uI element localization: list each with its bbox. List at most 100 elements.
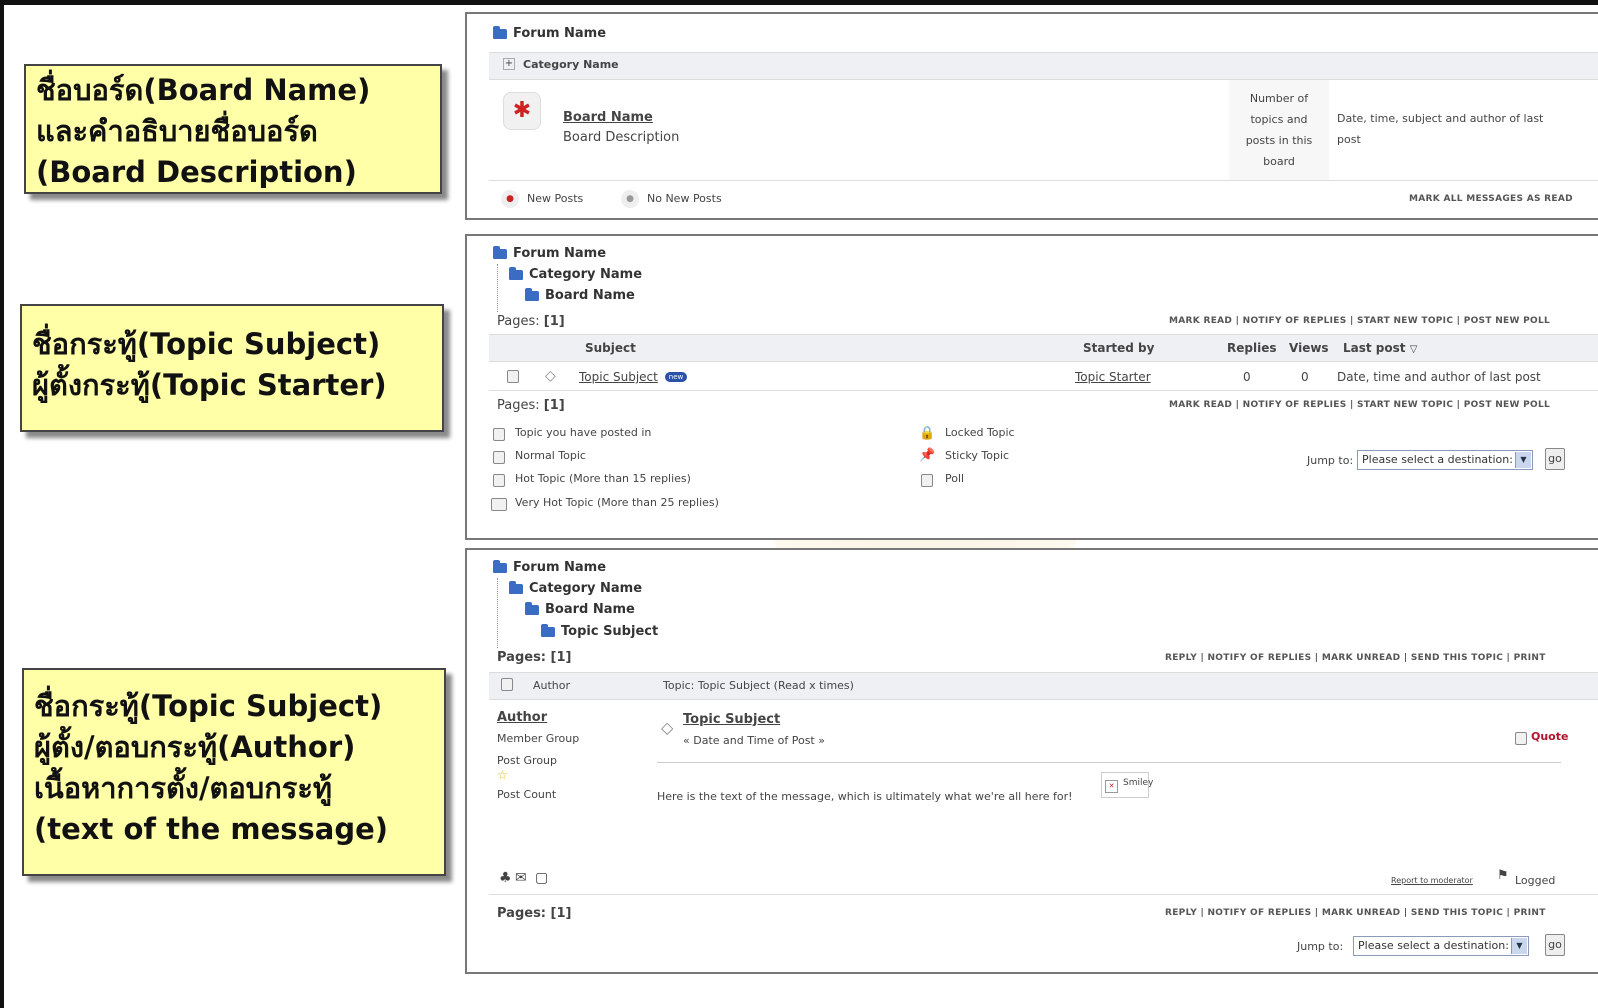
post-group: Post Group bbox=[497, 754, 558, 767]
smiley-label: Smiley bbox=[1123, 778, 1154, 788]
no-new-posts-icon: ● bbox=[621, 190, 639, 208]
quote-button[interactable]: Quote bbox=[1531, 730, 1568, 743]
report-to-moderator-link[interactable]: Report to moderator bbox=[1391, 876, 1473, 885]
stats-line-4: board bbox=[1263, 155, 1295, 168]
email-icon[interactable]: ✉ bbox=[515, 870, 527, 886]
breadcrumb-forum[interactable]: Forum Name bbox=[493, 559, 606, 575]
callout-message-line-1: ชื่อกระทู้(Topic Subject) bbox=[34, 689, 383, 723]
pages-bottom: Pages: [1] bbox=[497, 906, 572, 921]
callout-topic-line-1: ชื่อกระทู้(Topic Subject) bbox=[32, 327, 381, 361]
legend-locked: Locked Topic bbox=[945, 426, 1015, 439]
new-posts-icon: ● bbox=[501, 190, 519, 208]
pages-top: Pages: [1] bbox=[497, 650, 572, 665]
stats-line-3: posts in this bbox=[1245, 134, 1313, 147]
pages-bottom: Pages: [1] bbox=[497, 398, 565, 413]
very-hot-topic-icon bbox=[491, 498, 507, 511]
col-last-post[interactable]: Last post ▽ bbox=[1343, 341, 1417, 355]
callout-topic-line-2: ผู้ตั้งกระทู้(Topic Starter) bbox=[32, 368, 387, 402]
breadcrumb-board[interactable]: Board Name bbox=[525, 601, 635, 617]
post-bottom-divider bbox=[489, 894, 1598, 895]
board-name-link[interactable]: Board Name bbox=[563, 110, 653, 125]
go-button[interactable]: go bbox=[1545, 448, 1565, 470]
topic-view-panel: Forum Name Category Name Board Name Topi… bbox=[465, 548, 1598, 974]
message-text: Here is the text of the message, which i… bbox=[657, 790, 1073, 803]
callout-board-line-3: (Board Description) bbox=[36, 155, 357, 189]
smiley-icon: ✕ bbox=[1105, 780, 1118, 793]
breadcrumb-topic[interactable]: Topic Subject bbox=[541, 623, 658, 639]
chevron-down-icon: ▼ bbox=[1515, 452, 1531, 468]
topic-actions-top[interactable]: MARK READ | NOTIFY OF REPLIES | START NE… bbox=[1169, 316, 1550, 326]
pin-icon: 📌 bbox=[919, 448, 936, 463]
callout-message-line-3: เนื้อหาการตั้ง/ตอบกระทู้ bbox=[34, 771, 333, 805]
profile-icon[interactable]: ♣ bbox=[499, 870, 512, 886]
callout-topic: ชื่อกระทู้(Topic Subject) ผู้ตั้งกระทู้(… bbox=[20, 304, 444, 432]
breadcrumb-category[interactable]: Category Name bbox=[509, 266, 642, 282]
callout-message: ชื่อกระทู้(Topic Subject) ผู้ตั้ง/ตอบกระ… bbox=[22, 668, 446, 876]
author-link[interactable]: Author bbox=[497, 710, 547, 725]
legend-posted: Topic you have posted in bbox=[515, 426, 652, 439]
folder-icon bbox=[509, 580, 523, 594]
board-row: ✱ Board Name Board Description Number of… bbox=[489, 80, 1598, 181]
quote-icon bbox=[1515, 732, 1527, 745]
callout-message-line-4: (text of the message) bbox=[34, 812, 389, 846]
poll-icon bbox=[921, 474, 933, 487]
folder-icon bbox=[509, 266, 523, 280]
stats-line-2: topics and bbox=[1250, 113, 1308, 126]
left-border bbox=[0, 0, 4, 1008]
folder-icon bbox=[541, 623, 555, 637]
board-last-post: Date, time, subject and author of last p… bbox=[1337, 108, 1543, 150]
ip-logged-icon: ⚑ bbox=[1497, 868, 1509, 883]
pages-top: Pages: [1] bbox=[497, 314, 565, 329]
star-icon: ☆ bbox=[497, 768, 508, 782]
breadcrumb-category[interactable]: Category Name bbox=[509, 580, 642, 596]
topic-icon bbox=[501, 678, 513, 691]
last-post-line-1: Date, time, subject and author of last bbox=[1337, 112, 1544, 125]
category-bar bbox=[489, 52, 1598, 80]
stats-line-1: Number of bbox=[1249, 92, 1309, 105]
chevron-down-icon: ▼ bbox=[1511, 938, 1527, 954]
post-actions-top[interactable]: REPLY | NOTIFY OF REPLIES | MARK UNREAD … bbox=[1165, 653, 1546, 663]
breadcrumb-forum[interactable]: Forum Name bbox=[493, 25, 606, 41]
legend-poll: Poll bbox=[945, 472, 965, 485]
col-started-by[interactable]: Started by bbox=[1083, 341, 1154, 355]
topic-actions-bottom[interactable]: MARK READ | NOTIFY OF REPLIES | START NE… bbox=[1169, 400, 1550, 410]
new-badge: new bbox=[665, 372, 687, 382]
lock-icon: 🔒 bbox=[919, 426, 936, 441]
category-name[interactable]: Category Name bbox=[523, 58, 619, 71]
legend-normal: Normal Topic bbox=[515, 449, 586, 462]
jump-to-select[interactable]: Please select a destination: ▼ bbox=[1357, 450, 1533, 470]
pm-icon[interactable]: ▢ bbox=[535, 870, 548, 886]
normal-topic-icon bbox=[493, 451, 505, 464]
jump-to-select[interactable]: Please select a destination: ▼ bbox=[1353, 936, 1529, 956]
category-toggle-icon[interactable]: + bbox=[503, 58, 515, 70]
tree-line bbox=[497, 578, 498, 648]
go-button[interactable]: go bbox=[1545, 934, 1565, 956]
breadcrumb-board[interactable]: Board Name bbox=[525, 287, 635, 303]
folder-icon bbox=[493, 559, 507, 573]
tree-line bbox=[497, 264, 498, 312]
col-replies[interactable]: Replies bbox=[1227, 341, 1276, 355]
topic-starter-link[interactable]: Topic Starter bbox=[1075, 370, 1151, 384]
topic-subject-link[interactable]: Topic Subject bbox=[579, 370, 658, 384]
col-views[interactable]: Views bbox=[1289, 341, 1329, 355]
callout-message-line-2: ผู้ตั้ง/ตอบกระทู้(Author) bbox=[34, 730, 356, 764]
callout-board: ชื่อบอร์ด(Board Name) และคำอธิบายชื่อบอร… bbox=[24, 64, 442, 194]
topic-views: 0 bbox=[1301, 370, 1309, 384]
topic-type-icon: ◇ bbox=[545, 368, 556, 384]
legend-very-hot: Very Hot Topic (More than 25 replies) bbox=[515, 496, 719, 509]
top-border bbox=[0, 0, 1598, 5]
topic-table-header bbox=[489, 334, 1598, 362]
posted-topic-icon bbox=[493, 428, 505, 441]
topic-last-post: Date, time and author of last post bbox=[1337, 370, 1541, 384]
topic-replies: 0 bbox=[1243, 370, 1251, 384]
topic-list-panel: Forum Name Category Name Board Name Page… bbox=[465, 234, 1598, 540]
callout-board-line-1: ชื่อบอร์ด(Board Name) bbox=[36, 73, 371, 107]
jump-to-label: Jump to: bbox=[1297, 940, 1344, 953]
folder-icon bbox=[525, 287, 539, 301]
post-actions-bottom[interactable]: REPLY | NOTIFY OF REPLIES | MARK UNREAD … bbox=[1165, 908, 1546, 918]
post-subject-link[interactable]: Topic Subject bbox=[683, 712, 780, 727]
col-subject[interactable]: Subject bbox=[585, 341, 636, 355]
callout-board-line-2: และคำอธิบายชื่อบอร์ด bbox=[36, 114, 318, 148]
mark-all-read-link[interactable]: MARK ALL MESSAGES AS READ bbox=[1409, 194, 1573, 204]
breadcrumb-forum[interactable]: Forum Name bbox=[493, 245, 606, 261]
